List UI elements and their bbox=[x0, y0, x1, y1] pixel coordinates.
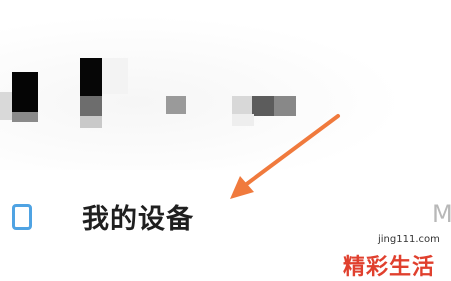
mosaic-block bbox=[274, 96, 296, 116]
my-devices-label: 我的设备 bbox=[82, 204, 194, 235]
screenshot-canvas: 我的设备 M jing111.com 精彩生活 bbox=[0, 0, 451, 281]
device-icon bbox=[12, 204, 32, 230]
blur-region bbox=[0, 0, 451, 170]
mosaic-block bbox=[80, 96, 102, 116]
watermark-brand: 精彩生活 bbox=[343, 255, 436, 280]
mosaic-block bbox=[232, 96, 252, 114]
watermark-site: jing111.com bbox=[378, 234, 440, 245]
mosaic-block bbox=[80, 58, 102, 96]
mosaic-block bbox=[232, 114, 254, 126]
mosaic-block bbox=[80, 116, 102, 128]
mosaic-block bbox=[102, 58, 128, 94]
row-trailing-text: M bbox=[432, 200, 451, 228]
mosaic-block bbox=[0, 92, 12, 120]
mosaic-block bbox=[166, 96, 186, 114]
obscured-header bbox=[0, 0, 451, 170]
mosaic-block bbox=[12, 72, 38, 112]
mosaic-block bbox=[252, 96, 274, 116]
mosaic-block bbox=[12, 112, 38, 122]
